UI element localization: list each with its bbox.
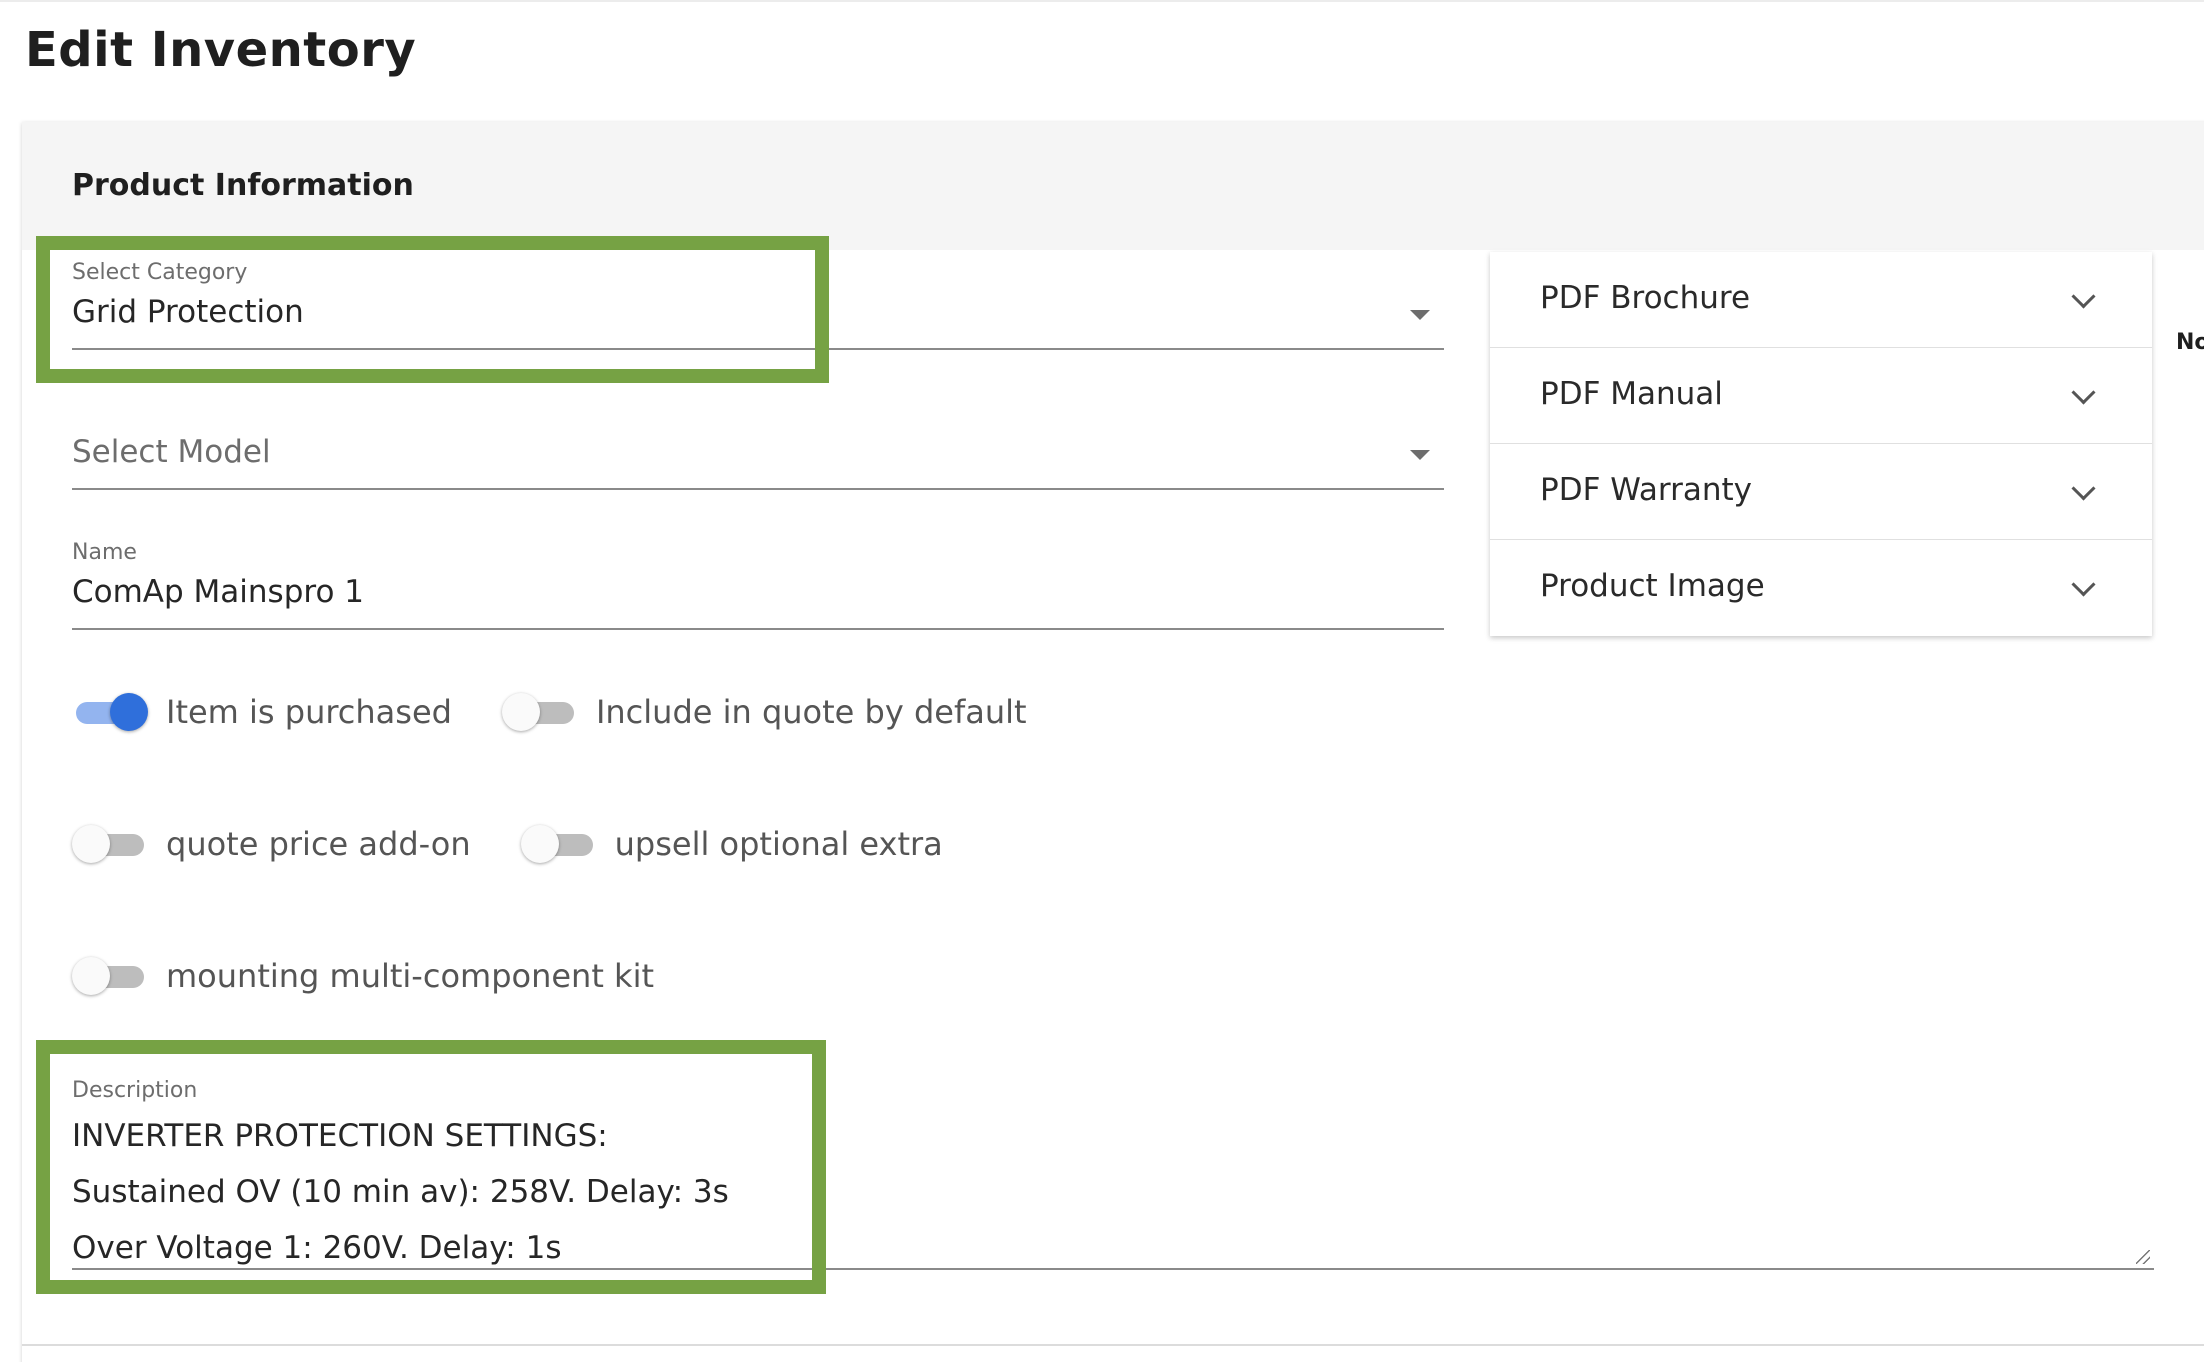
category-value: Grid Protection	[72, 294, 304, 330]
dropdown-arrow-icon[interactable]	[1410, 450, 1430, 460]
cutoff-label: No	[2176, 330, 2204, 355]
card-header: Product Information	[22, 122, 2204, 250]
card-bottom-divider	[22, 1344, 2204, 1346]
attachments-accordion: PDF Brochure PDF Manual PDF Warranty Pro…	[1490, 252, 2152, 636]
chevron-down-icon	[2071, 476, 2096, 501]
description-label: Description	[72, 1078, 198, 1103]
category-select[interactable]: Select Category Grid Protection	[72, 252, 1444, 350]
accordion-item-product-image[interactable]: Product Image	[1490, 540, 2152, 635]
chevron-down-icon	[2071, 284, 2096, 309]
name-field[interactable]: Name ComAp Mainspro 1	[72, 532, 1444, 630]
mounting-kit-toggle[interactable]	[72, 956, 148, 996]
item-purchased-toggle[interactable]	[72, 692, 148, 732]
description-line: Sustained OV (10 min av): 258V. Delay: 3…	[72, 1174, 729, 1210]
accordion-item-label: PDF Brochure	[1540, 280, 1751, 316]
dropdown-arrow-icon[interactable]	[1410, 310, 1430, 320]
accordion-item-label: PDF Manual	[1540, 376, 1723, 412]
resize-grip-icon[interactable]	[2136, 1250, 2150, 1264]
category-label: Select Category	[72, 260, 248, 285]
toggle-thumb	[520, 825, 559, 863]
chevron-down-icon	[2071, 380, 2096, 405]
include-in-quote-toggle[interactable]	[501, 692, 578, 732]
quote-price-addon-toggle[interactable]	[72, 824, 148, 864]
item-purchased-label: Item is purchased	[166, 693, 452, 731]
toggle-row-2: quote price add-on upsell optional extra	[72, 824, 993, 864]
name-label: Name	[72, 540, 137, 565]
card-title: Product Information	[72, 168, 414, 203]
model-placeholder: Select Model	[72, 434, 271, 470]
upsell-optional-extra-toggle[interactable]	[520, 824, 597, 864]
toggle-thumb	[72, 957, 110, 995]
toggle-thumb	[501, 693, 540, 731]
accordion-item-pdf-brochure[interactable]: PDF Brochure	[1490, 252, 2152, 348]
accordion-item-pdf-manual[interactable]: PDF Manual	[1490, 348, 2152, 444]
toggle-thumb	[110, 693, 148, 731]
description-line: Over Voltage 1: 260V. Delay: 1s	[72, 1230, 562, 1266]
description-textarea[interactable]: Description INVERTER PROTECTION SETTINGS…	[72, 1068, 2154, 1270]
toggle-row-1: Item is purchased Include in quote by de…	[72, 692, 1077, 732]
quote-price-addon-label: quote price add-on	[166, 825, 471, 863]
description-line: INVERTER PROTECTION SETTINGS:	[72, 1118, 608, 1154]
page: Edit Inventory Product Information Selec…	[0, 0, 2204, 1362]
name-value: ComAp Mainspro 1	[72, 574, 364, 610]
top-divider	[0, 0, 2204, 2]
description-text: INVERTER PROTECTION SETTINGS: Sustained …	[72, 1108, 729, 1276]
model-select[interactable]: Select Model	[72, 420, 1444, 490]
mounting-kit-label: mounting multi-component kit	[166, 957, 655, 995]
accordion-item-label: PDF Warranty	[1540, 472, 1753, 508]
upsell-optional-extra-label: upsell optional extra	[614, 825, 943, 863]
chevron-down-icon	[2071, 572, 2096, 597]
accordion-item-pdf-warranty[interactable]: PDF Warranty	[1490, 444, 2152, 540]
toggle-thumb	[72, 825, 110, 863]
toggle-row-3: mounting multi-component kit	[72, 956, 704, 996]
page-title: Edit Inventory	[25, 22, 417, 78]
accordion-item-label: Product Image	[1540, 568, 1765, 604]
include-in-quote-label: Include in quote by default	[595, 693, 1027, 731]
